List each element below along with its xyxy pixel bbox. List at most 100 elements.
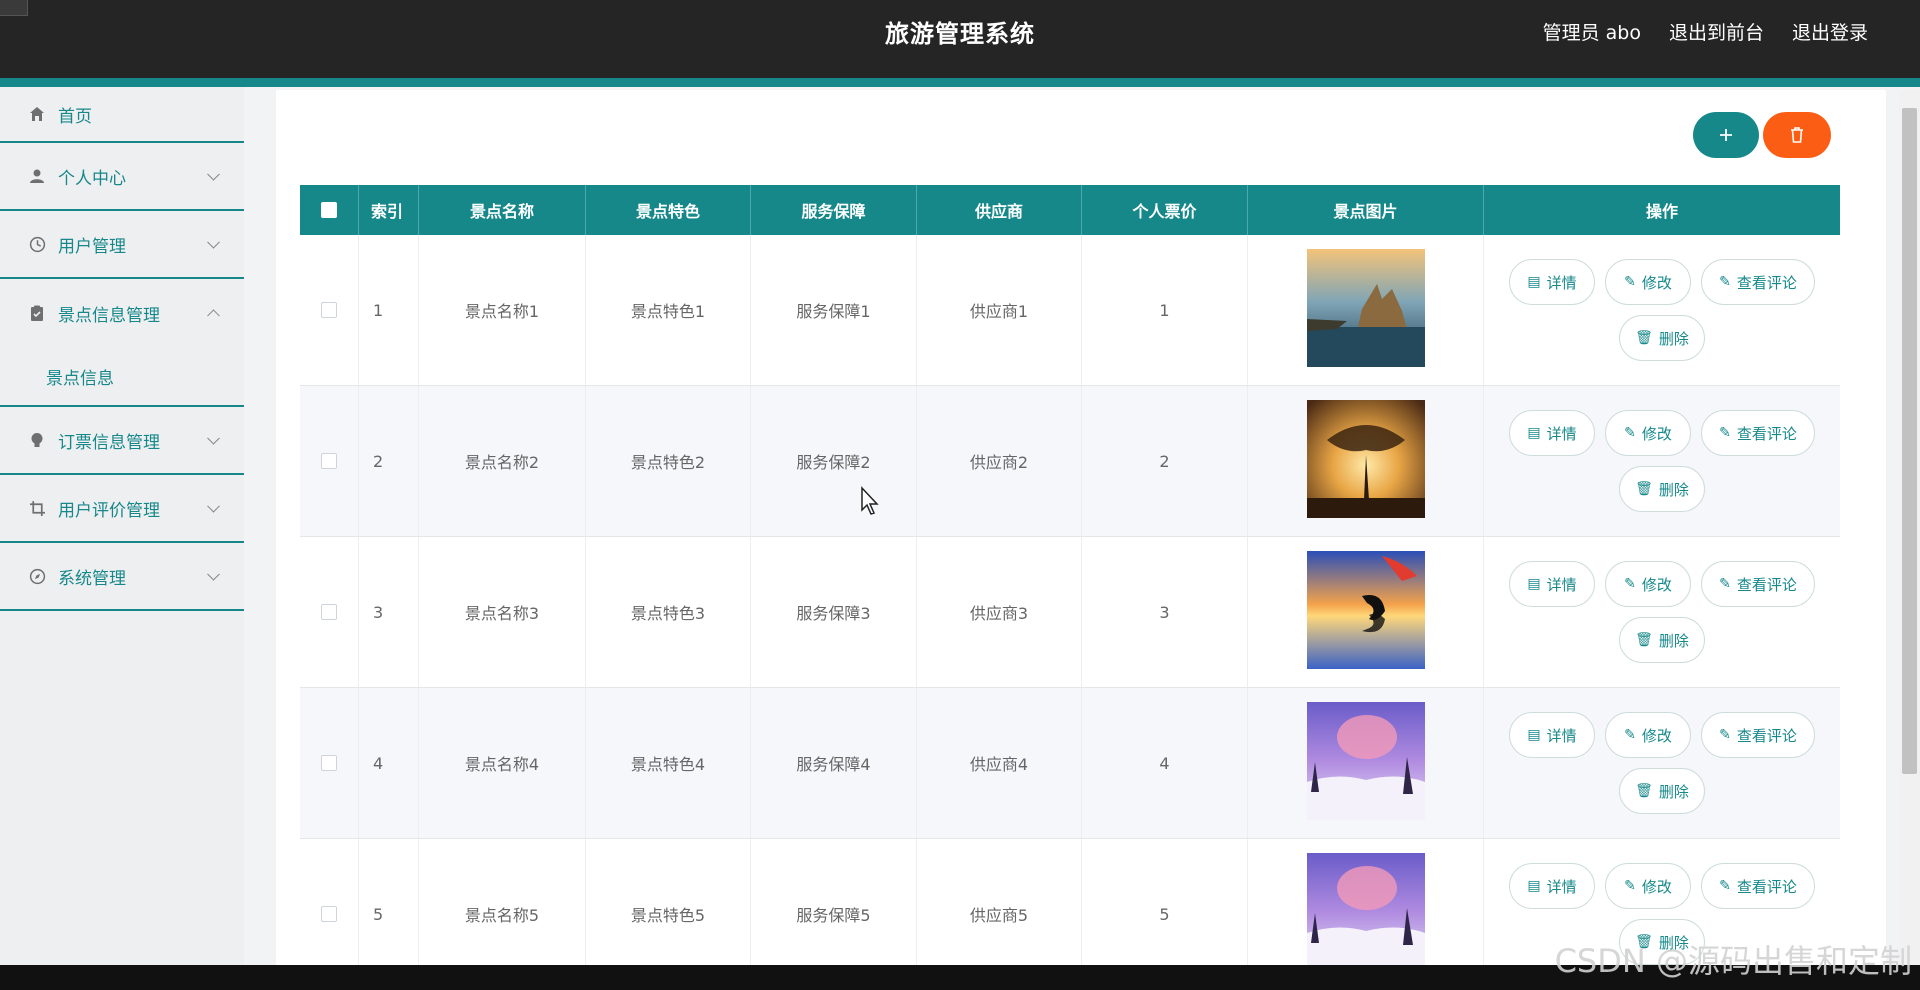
add-button[interactable] [1693,112,1759,158]
clipboard-icon [28,304,46,322]
table-row: 1 景点名称1 景点特色1 服务保障1 供应商1 1 ▤ 详情 ✎ 修改 ✎ 查看评论… [300,235,1840,386]
row-actions: ▤ 详情 ✎ 修改 ✎ 查看评论 🗑 删除 [1497,561,1827,663]
column-header: 操作 [1645,202,1678,221]
row-actions: ▤ 详情 ✎ 修改 ✎ 查看评论 🗑 删除 [1497,410,1827,512]
attraction-thumbnail[interactable] [1306,853,1425,975]
delete-row-button[interactable]: 🗑 删除 [1619,315,1705,361]
select-all-header[interactable] [300,185,359,235]
chevron-down-icon [207,167,220,181]
document-icon: ▤ [1527,425,1541,441]
row-checkbox[interactable] [321,302,337,318]
sidebar-item-label: 订票信息管理 [58,432,160,453]
detail-button[interactable]: ▤ 详情 [1509,410,1595,456]
pencil-icon: ✎ [1719,727,1731,743]
row-checkbox[interactable] [321,604,337,620]
sidebar: 首页 个人中心 用户管理 景点信息管理 景点信息 订票信息管理 用户评价管理 系… [0,87,244,990]
delete-button-label: 删除 [1658,329,1689,348]
sidebar-item-label: 用户管理 [58,236,126,257]
view-comments-button[interactable]: ✎ 查看评论 [1701,259,1815,305]
trash-icon: 🗑 [1635,330,1653,346]
document-icon: ▤ [1527,274,1541,290]
attraction-feature-cell: 景点特色2 [586,386,751,536]
sidebar-item-home[interactable]: 首页 [0,87,244,143]
ticket-price-cell: 4 [1082,688,1248,838]
detail-button[interactable]: ▤ 详情 [1509,863,1595,909]
view-comments-label: 查看评论 [1736,877,1797,896]
pencil-icon: ✎ [1624,425,1636,441]
select-all-checkbox[interactable] [321,202,337,218]
view-comments-button[interactable]: ✎ 查看评论 [1701,410,1815,456]
chevron-down-icon [207,567,220,581]
sidebar-item-tickets[interactable]: 订票信息管理 [0,407,244,475]
attraction-name-cell: 景点名称4 [419,688,586,838]
view-comments-button[interactable]: ✎ 查看评论 [1701,712,1815,758]
view-comments-button[interactable]: ✎ 查看评论 [1701,863,1815,909]
view-comments-button[interactable]: ✎ 查看评论 [1701,561,1815,607]
row-checkbox[interactable] [321,906,337,922]
attraction-thumbnail[interactable] [1306,702,1425,824]
detail-button[interactable]: ▤ 详情 [1509,259,1595,305]
delete-button-label: 删除 [1658,480,1689,499]
delete-button-label: 删除 [1658,782,1689,801]
service-guarantee-cell: 服务保障1 [751,235,917,385]
pencil-icon: ✎ [1719,425,1731,441]
ticket-price-cell: 1 [1082,235,1248,385]
logout-link[interactable]: 退出登录 [1792,18,1868,45]
sidebar-item-users[interactable]: 用户管理 [0,211,244,279]
detail-button[interactable]: ▤ 详情 [1509,712,1595,758]
edit-button[interactable]: ✎ 修改 [1605,259,1691,305]
trash-icon: 🗑 [1635,481,1653,497]
batch-delete-button[interactable] [1763,112,1831,158]
pencil-icon: ✎ [1624,727,1636,743]
edit-button[interactable]: ✎ 修改 [1605,561,1691,607]
column-header: 索引 [359,185,419,235]
row-checkbox[interactable] [321,755,337,771]
bulb-icon [28,431,46,449]
index-cell: 4 [359,688,419,838]
sidebar-item-label: 系统管理 [58,568,126,589]
attraction-thumbnail[interactable] [1306,400,1425,522]
edit-button[interactable]: ✎ 修改 [1605,712,1691,758]
attraction-feature-cell: 景点特色3 [586,537,751,687]
document-icon: ▤ [1527,727,1541,743]
edit-button-label: 修改 [1641,726,1672,745]
ticket-price-cell: 2 [1082,386,1248,536]
delete-row-button[interactable]: 🗑 删除 [1619,617,1705,663]
row-checkbox[interactable] [321,453,337,469]
detail-button-label: 详情 [1546,575,1577,594]
attraction-image-cell [1248,537,1484,687]
supplier-cell: 供应商3 [917,537,1082,687]
chevron-up-icon [207,309,220,323]
attraction-image-cell [1248,235,1484,385]
delete-row-button[interactable]: 🗑 删除 [1619,768,1705,814]
attraction-thumbnail[interactable] [1306,249,1425,371]
column-header: 景点名称 [419,185,586,235]
submenu-item-attraction-info[interactable]: 景点信息 [0,347,244,407]
delete-row-button[interactable]: 🗑 删除 [1619,466,1705,512]
trash-icon: 🗑 [1635,632,1653,648]
attraction-feature-cell: 景点特色1 [586,235,751,385]
delete-button-label: 删除 [1658,631,1689,650]
chevron-down-icon [207,499,220,513]
admin-user-label[interactable]: 管理员 abo [1543,18,1641,45]
table-header: 索引 景点名称 景点特色 服务保障 供应商 个人票价 景点图片 操作 [300,185,1840,235]
back-to-front-link[interactable]: 退出到前台 [1669,18,1764,45]
sidebar-item-reviews[interactable]: 用户评价管理 [0,475,244,543]
sidebar-item-label: 用户评价管理 [58,500,160,521]
trash-icon: 🗑 [1635,783,1653,799]
edit-button[interactable]: ✎ 修改 [1605,410,1691,456]
sidebar-item-system[interactable]: 系统管理 [0,543,244,611]
ticket-price-cell: 3 [1082,537,1248,687]
row-select-cell [300,688,359,838]
vertical-scrollbar[interactable] [1899,90,1920,990]
scrollbar-thumb[interactable] [1902,108,1917,774]
attraction-thumbnail[interactable] [1306,551,1425,673]
detail-button[interactable]: ▤ 详情 [1509,561,1595,607]
sidebar-item-profile[interactable]: 个人中心 [0,143,244,211]
edit-button[interactable]: ✎ 修改 [1605,863,1691,909]
table-row: 3 景点名称3 景点特色3 服务保障3 供应商3 3 ▤ 详情 ✎ 修改 ✎ 查看评论… [300,537,1840,688]
row-actions: ▤ 详情 ✎ 修改 ✎ 查看评论 🗑 删除 [1497,259,1827,361]
edit-button-label: 修改 [1641,877,1672,896]
mouse-cursor-icon [861,486,879,515]
sidebar-item-attractions[interactable]: 景点信息管理 [0,279,244,347]
